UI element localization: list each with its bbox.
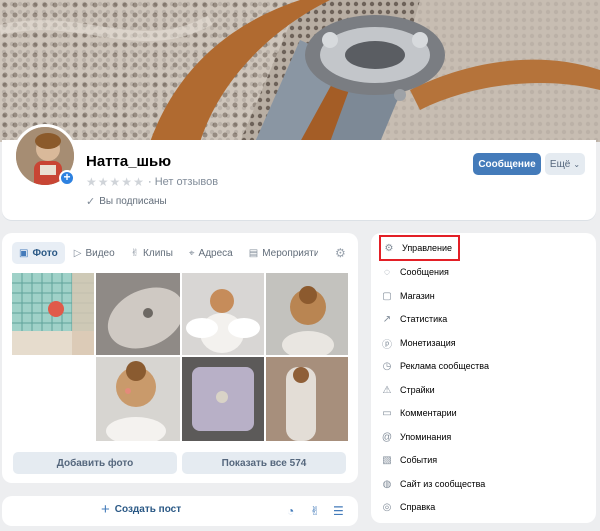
show-all-photos-button[interactable]: Показать все 574 <box>182 452 346 474</box>
tab-label: Фото <box>32 247 58 259</box>
photo-image <box>12 273 94 355</box>
more-button[interactable]: Ещё ⌄ <box>545 153 585 175</box>
photo-icon: ▣ <box>19 247 29 259</box>
clips-icon[interactable]: ✌ <box>310 504 320 518</box>
reviews-link[interactable]: · Нет отзывов <box>148 176 218 188</box>
menu-item-label: Статистика <box>400 314 448 324</box>
menu-item-label: События <box>400 455 438 465</box>
menu-item-mentions[interactable]: @ Упоминания <box>381 428 451 446</box>
ads-icon: ◷ <box>382 360 392 372</box>
create-post-button[interactable]: + Создать пост <box>101 500 182 518</box>
menu-item-label: Монетизация <box>400 338 456 348</box>
menu-item-strikes[interactable]: ⚠ Страйки <box>381 381 435 399</box>
subscribed-label: Вы подписаны <box>99 196 167 207</box>
menu-item-label: Управление <box>402 243 453 253</box>
menu-item-stats[interactable]: ↗ Статистика <box>381 310 447 328</box>
photo-thumbnail[interactable] <box>96 273 180 355</box>
create-post-label: Создать пост <box>114 504 182 515</box>
shop-icon: ▢ <box>382 290 392 302</box>
clips-icon: ✌ <box>130 247 140 259</box>
plus-icon: + <box>101 500 110 518</box>
menu-item-ads[interactable]: ◷ Реклама сообщества <box>381 357 489 375</box>
menu-item-label: Магазин <box>400 291 435 301</box>
events-icon: ▧ <box>382 454 392 466</box>
star-icon: ★ <box>109 175 121 189</box>
photo-thumbnail[interactable] <box>182 357 264 441</box>
money-icon: ⓟ <box>382 339 392 351</box>
tab-addresses[interactable]: ⌖ Адреса <box>182 242 240 264</box>
menu-item-label: Комментарии <box>400 408 457 418</box>
warning-icon: ⚠ <box>382 384 392 396</box>
star-icon: ★ <box>97 175 109 189</box>
menu-item-label: Страйки <box>400 385 435 395</box>
photo-image <box>182 273 264 355</box>
photo-image <box>266 357 348 441</box>
photo-thumbnail[interactable] <box>266 273 348 355</box>
menu-item-monetization[interactable]: ⓟ Монетизация <box>381 334 456 352</box>
menu-item-label: Справка <box>400 502 436 512</box>
menu-item-events[interactable]: ▧ События <box>381 451 437 469</box>
comment-icon: ▭ <box>382 407 392 419</box>
menu-item-label: Сайт из сообщества <box>400 479 486 489</box>
message-icon: ◌ <box>384 266 390 278</box>
media-tabs: ▣ Фото ▷ Видео ✌ Клипы ⌖ Адреса ▤ Меропр… <box>12 242 320 264</box>
menu-item-shop[interactable]: ▢ Магазин <box>381 287 435 305</box>
menu-item-label: Сообщения <box>400 267 449 277</box>
checkmark-icon: ✓ <box>86 196 96 208</box>
tab-label: Видео <box>85 247 115 259</box>
menu-item-comments[interactable]: ▭ Комментарии <box>381 404 457 422</box>
create-post-card: + Создать пост ◔ ✌ ☰ <box>2 496 358 526</box>
more-label: Ещё <box>549 158 571 170</box>
menu-item-label: Реклама сообщества <box>400 361 489 371</box>
help-icon: ◎ <box>382 501 392 513</box>
photo-thumbnail[interactable] <box>96 357 180 441</box>
calendar-icon: ▤ <box>248 247 259 259</box>
gear-icon[interactable]: ⚙ <box>335 246 346 260</box>
sort-icon[interactable]: ☰ <box>333 504 344 518</box>
community-cover <box>0 0 600 142</box>
mention-icon: @ <box>381 431 393 443</box>
stats-icon: ↗ <box>382 313 392 325</box>
tab-photo[interactable]: ▣ Фото <box>12 242 65 264</box>
chevron-down-icon: ⌄ <box>573 159 581 169</box>
photo-thumbnail[interactable] <box>266 357 348 441</box>
menu-item-label: Упоминания <box>400 432 452 442</box>
photo-image <box>96 357 180 441</box>
tab-clips[interactable]: ✌ Клипы <box>124 242 180 264</box>
photo-image <box>182 357 264 441</box>
photo-thumbnail[interactable] <box>12 273 94 355</box>
globe-icon: ◍ <box>382 478 392 490</box>
star-icon: ★ <box>133 175 144 189</box>
tab-label: Адреса <box>198 247 233 259</box>
tab-events[interactable]: ▤ Мероприятия <box>242 242 318 264</box>
chat-icon[interactable]: ◔ <box>287 504 294 518</box>
photo-image <box>96 273 180 355</box>
subscription-status[interactable]: ✓ Вы подписаны <box>86 195 167 208</box>
star-icon: ★ <box>121 175 133 189</box>
star-icon: ★ <box>86 175 97 189</box>
message-button[interactable]: Сообщение <box>473 153 541 175</box>
menu-item-messages[interactable]: ◌ Сообщения <box>381 263 449 281</box>
menu-item-management[interactable]: ⚙ Управление <box>378 235 461 261</box>
video-icon: ▷ <box>73 247 82 259</box>
community-menu: ⚙ Управление ◌ Сообщения ▢ Магазин ↗ Ста… <box>371 233 596 523</box>
profile-card: + Натта_шью ★ ★ ★ ★ ★ · Нет отзывов ✓ Вы… <box>2 124 596 220</box>
upload-avatar-button[interactable]: + <box>59 170 75 186</box>
photo-grid <box>12 273 348 471</box>
menu-item-site[interactable]: ◍ Сайт из сообщества <box>381 475 486 493</box>
tab-video[interactable]: ▷ Видео <box>67 242 122 264</box>
add-photo-button[interactable]: Добавить фото <box>13 452 177 474</box>
photo-thumbnail[interactable] <box>182 273 264 355</box>
gear-icon: ⚙ <box>384 242 394 254</box>
community-name: Натта_шью <box>86 153 172 170</box>
rating-stars: ★ ★ ★ ★ ★ <box>86 176 144 188</box>
photo-image <box>266 273 348 355</box>
menu-item-help[interactable]: ◎ Справка <box>381 498 436 516</box>
tab-label: Мероприятия <box>262 247 318 259</box>
cover-image <box>0 0 600 142</box>
location-icon: ⌖ <box>188 247 195 259</box>
media-card: ▣ Фото ▷ Видео ✌ Клипы ⌖ Адреса ▤ Меропр… <box>2 233 358 483</box>
tab-label: Клипы <box>143 247 173 259</box>
